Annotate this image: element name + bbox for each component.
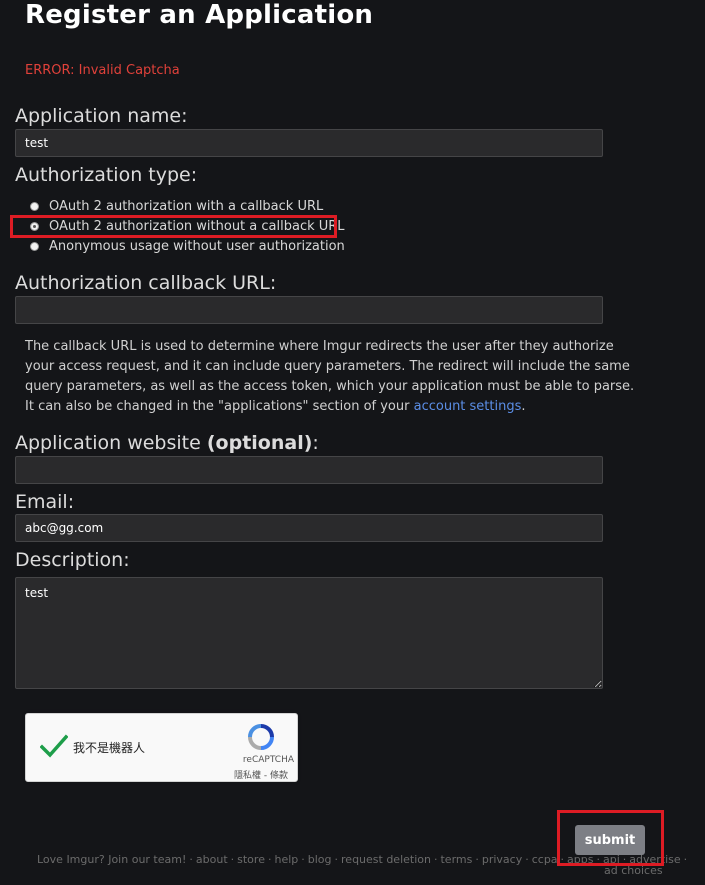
app-name-input[interactable] xyxy=(15,129,603,157)
footer-help-link[interactable]: help xyxy=(274,853,298,866)
website-optional-tag: (optional) xyxy=(206,432,313,454)
radio-button[interactable] xyxy=(30,201,39,211)
radio-button[interactable] xyxy=(30,241,39,251)
account-settings-link[interactable]: account settings xyxy=(414,399,522,414)
recaptcha-label: 我不是機器人 xyxy=(73,741,146,755)
website-label: Application website (optional): xyxy=(15,432,319,454)
footer-about-link[interactable]: about xyxy=(196,853,228,866)
footer-blog-link[interactable]: blog xyxy=(308,853,332,866)
checkmark-icon[interactable] xyxy=(40,734,68,758)
website-input[interactable] xyxy=(15,456,603,484)
recaptcha-widget: 我不是機器人 reCAPTCHA 隱私權 - 條款 xyxy=(25,713,298,782)
footer-join-link[interactable]: Love Imgur? Join our team! xyxy=(37,853,186,866)
error-message: ERROR: Invalid Captcha xyxy=(25,63,180,78)
page-title: Register an Application xyxy=(25,0,374,30)
callback-help-body: The callback URL is used to determine wh… xyxy=(25,339,635,414)
auth-option-anonymous[interactable]: Anonymous usage without user authorizati… xyxy=(29,236,345,256)
email-input[interactable] xyxy=(15,514,603,542)
footer-ccpa-link[interactable]: ccpa xyxy=(532,853,558,866)
app-name-label: Application name: xyxy=(15,105,188,127)
description-label: Description: xyxy=(15,549,130,571)
description-textarea[interactable]: test xyxy=(15,577,603,689)
callback-help-text: The callback URL is used to determine wh… xyxy=(25,337,635,417)
auth-option-label: OAuth 2 authorization with a callback UR… xyxy=(49,198,324,214)
website-label-colon: : xyxy=(312,432,319,454)
recaptcha-logo-icon xyxy=(248,724,274,750)
footer-terms-link[interactable]: terms xyxy=(440,853,472,866)
auth-option-callback[interactable]: OAuth 2 authorization with a callback UR… xyxy=(29,196,323,216)
highlight-box-auth-option xyxy=(10,215,337,238)
auth-option-label: Anonymous usage without user authorizati… xyxy=(49,238,345,254)
footer-store-link[interactable]: store xyxy=(237,853,265,866)
callback-help-end: . xyxy=(521,399,526,414)
callback-url-label: Authorization callback URL: xyxy=(15,272,277,294)
auth-type-label: Authorization type: xyxy=(15,164,198,186)
footer-request-deletion-link[interactable]: request deletion xyxy=(341,853,431,866)
website-label-text: Application website xyxy=(15,432,207,454)
recaptcha-links[interactable]: 隱私權 - 條款 xyxy=(222,768,288,781)
recaptcha-brand: reCAPTCHA xyxy=(242,755,294,765)
callback-url-input[interactable] xyxy=(15,296,603,324)
highlight-box-submit xyxy=(557,810,664,866)
email-label: Email: xyxy=(15,491,75,513)
footer-privacy-link[interactable]: privacy xyxy=(482,853,522,866)
